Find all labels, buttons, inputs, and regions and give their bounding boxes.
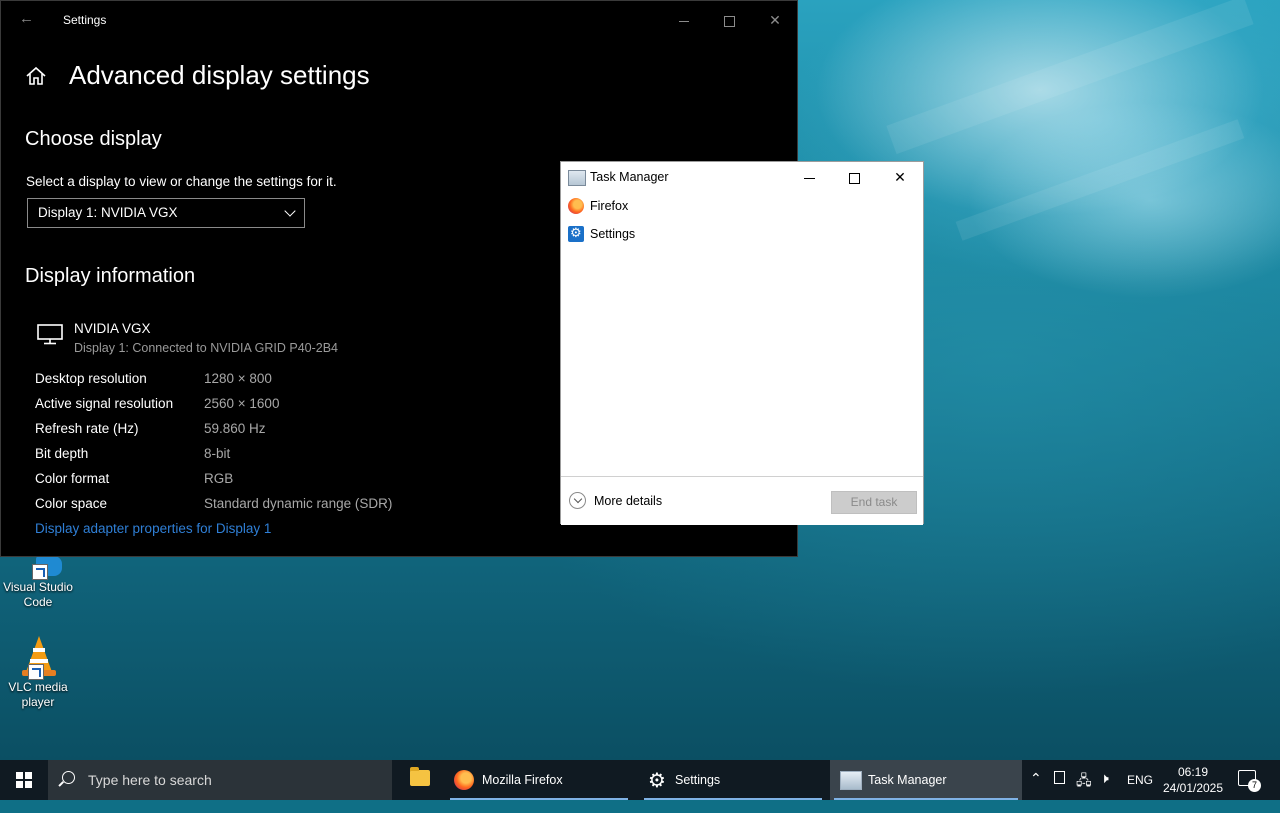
- vlc-icon: [18, 634, 58, 680]
- taskbar-item-task-manager[interactable]: Task Manager: [830, 760, 1022, 800]
- back-arrow-icon[interactable]: ←: [19, 10, 34, 27]
- task-manager-footer: More details End task: [561, 476, 923, 525]
- minimize-icon: [803, 177, 815, 179]
- volume-muted-icon[interactable]: 🕨: [1100, 770, 1109, 787]
- taskbar-item-label: Mozilla Firefox: [482, 773, 563, 787]
- taskbar-file-explorer[interactable]: [398, 760, 442, 800]
- chevron-down-icon: [569, 492, 586, 509]
- start-button[interactable]: [0, 760, 48, 800]
- home-icon[interactable]: [25, 65, 47, 87]
- info-label: Bit depth: [35, 446, 89, 461]
- choose-display-heading: Choose display: [25, 128, 162, 150]
- app-list-item-settings[interactable]: Settings: [561, 222, 923, 246]
- info-label: Refresh rate (Hz): [35, 421, 139, 436]
- display-information-heading: Display information: [25, 265, 196, 287]
- desktop-icon-label: Visual Studio Code: [3, 580, 73, 609]
- window-title: Settings: [63, 13, 107, 27]
- search-placeholder: Type here to search: [88, 772, 212, 788]
- minimize-button[interactable]: [789, 166, 829, 188]
- maximize-icon: [723, 15, 735, 27]
- info-label: Color format: [35, 471, 110, 486]
- gear-icon: [568, 225, 584, 242]
- taskbar-item-firefox[interactable]: Mozilla Firefox: [446, 760, 632, 800]
- folder-icon: [410, 767, 430, 786]
- info-value: 8-bit: [204, 446, 231, 461]
- info-value: 1280 × 800: [204, 371, 272, 386]
- windows-logo-icon: [16, 772, 32, 788]
- end-task-button[interactable]: End task: [831, 491, 917, 514]
- choose-display-description: Select a display to view or change the s…: [26, 174, 337, 189]
- chevron-down-icon: [284, 205, 296, 217]
- desktop-icon-vlc[interactable]: VLC media player: [0, 634, 76, 710]
- display-adapter-properties-link[interactable]: Display adapter properties for Display 1: [35, 521, 271, 536]
- monitor-icon: [37, 324, 63, 345]
- taskbar-item-label: Settings: [675, 773, 721, 787]
- window-title: Task Manager: [590, 170, 669, 184]
- search-icon: [62, 771, 75, 784]
- maximize-button[interactable]: [834, 166, 874, 188]
- wallpaper-wave: [886, 0, 1254, 155]
- close-icon: ✕: [769, 12, 781, 28]
- maximize-button[interactable]: [706, 7, 752, 33]
- firefox-icon: [568, 198, 584, 214]
- maximize-icon: [848, 172, 860, 184]
- clock-date: 24/01/2025: [1162, 781, 1224, 795]
- clock[interactable]: 06:19 24/01/2025: [1158, 764, 1228, 796]
- network-icon[interactable]: 🖧: [1076, 770, 1092, 794]
- page-title: Advanced display settings: [69, 60, 370, 90]
- taskbar-item-settings[interactable]: ⚙ Settings: [640, 760, 826, 800]
- task-manager-window: Task Manager ✕ Firefox Settings More det…: [560, 161, 924, 525]
- language-indicator[interactable]: ENG: [1127, 773, 1153, 813]
- notification-badge: 7: [1248, 779, 1261, 792]
- wallpaper-wave: [955, 119, 1245, 241]
- taskbar: Type here to search Mozilla Firefox ⚙ Se…: [0, 760, 1280, 800]
- display-connection: Display 1: Connected to NVIDIA GRID P40-…: [74, 341, 339, 355]
- chevron-up-icon[interactable]: ⌃: [1030, 770, 1042, 787]
- minimize-icon: [679, 20, 689, 22]
- display-select[interactable]: Display 1: NVIDIA VGX: [27, 198, 305, 228]
- task-manager-icon: [840, 771, 862, 790]
- taskbar-search-box[interactable]: Type here to search: [48, 760, 392, 800]
- taskbar-item-label: Task Manager: [868, 773, 947, 787]
- close-icon: ✕: [894, 169, 906, 185]
- info-value: Standard dynamic range (SDR): [204, 496, 393, 511]
- info-value: 2560 × 1600: [204, 396, 280, 411]
- app-name: Settings: [590, 227, 636, 241]
- display-name: NVIDIA VGX: [74, 321, 151, 336]
- info-value: RGB: [204, 471, 234, 486]
- info-label: Active signal resolution: [35, 396, 174, 411]
- task-manager-titlebar[interactable]: Task Manager ✕: [561, 162, 923, 192]
- clock-time: 06:19: [1177, 765, 1209, 779]
- close-button[interactable]: ✕: [752, 7, 798, 33]
- display-select-value: Display 1: NVIDIA VGX: [38, 205, 178, 220]
- app-name: Firefox: [590, 199, 629, 213]
- info-label: Desktop resolution: [35, 371, 147, 386]
- tablet-mode-icon[interactable]: [1054, 771, 1065, 784]
- more-details-label: More details: [594, 494, 663, 508]
- info-value: 59.860 Hz: [204, 421, 266, 436]
- task-manager-icon: [568, 170, 586, 186]
- desktop-icon-label: VLC media player: [8, 680, 68, 709]
- desktop-icon-vscode[interactable]: Visual Studio Code: [0, 556, 76, 610]
- info-label: Color space: [35, 496, 108, 511]
- app-list-item-firefox[interactable]: Firefox: [561, 194, 923, 218]
- vscode-icon: [18, 556, 62, 580]
- gear-icon: ⚙: [648, 770, 666, 792]
- firefox-icon: [454, 770, 474, 790]
- more-details-button[interactable]: More details: [561, 477, 681, 525]
- minimize-button[interactable]: [661, 7, 707, 33]
- settings-titlebar[interactable]: ← Settings ✕: [1, 1, 797, 37]
- close-button[interactable]: ✕: [880, 166, 920, 188]
